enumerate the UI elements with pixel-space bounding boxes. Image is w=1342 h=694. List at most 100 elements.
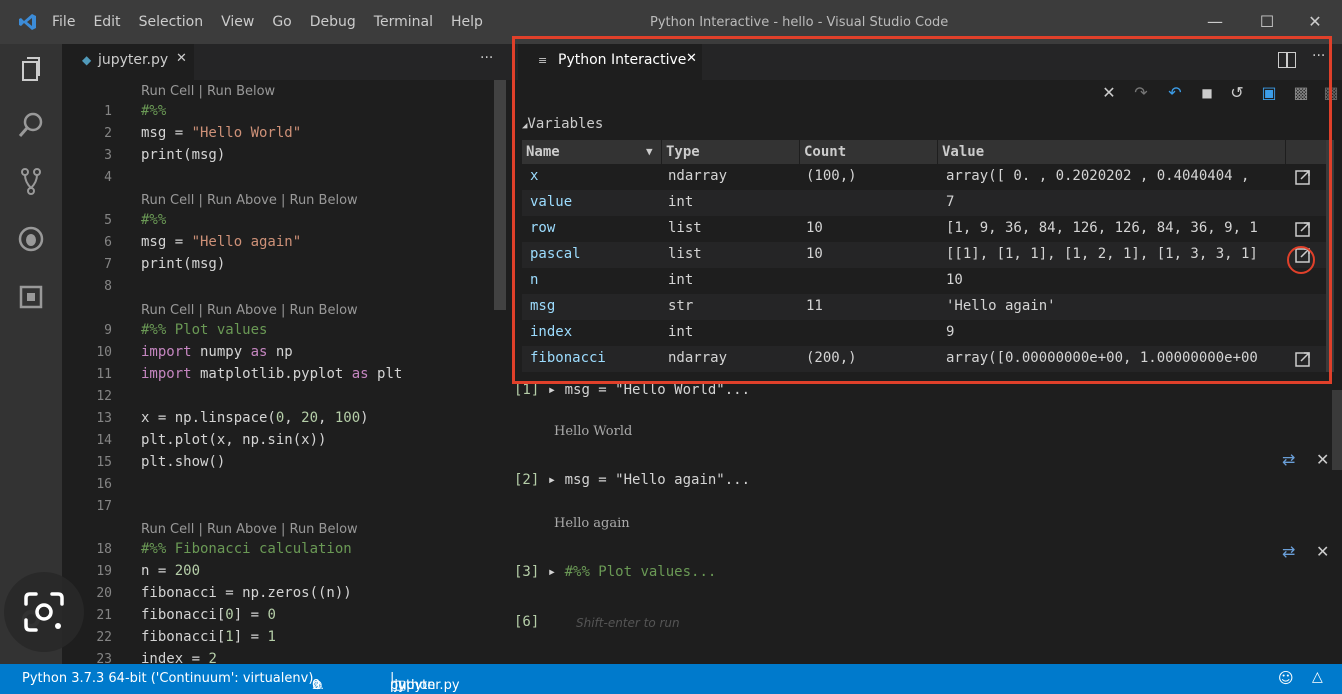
code-line: x = np.linspace(0, 20, 100)	[141, 410, 369, 426]
cell-value: [1, 9, 36, 84, 126, 126, 84, 36, 9, 1	[946, 220, 1258, 236]
code-lens-run-cell[interactable]: Run Cell | Run Above | Run Below	[141, 522, 358, 537]
menu-go[interactable]: Go	[272, 14, 291, 30]
undo-icon[interactable]: ↶	[1166, 84, 1184, 102]
tab-python-interactive[interactable]: ≡ Python Interactive ✕	[518, 44, 702, 80]
status-bar: Python 3.7.3 64-bit ('Continuum': virtua…	[0, 664, 1342, 694]
menu-debug[interactable]: Debug	[310, 14, 356, 30]
cell-name: pascal	[530, 246, 581, 262]
expand-triangle-icon[interactable]: ▸	[539, 382, 564, 398]
line-number: 15	[96, 455, 112, 470]
code-line: n = 200	[141, 563, 201, 579]
cell-name: value	[530, 194, 573, 210]
code-line: fibonacci[1] = 1	[141, 629, 276, 645]
python-interpreter-selector[interactable]: Python 3.7.3 64-bit ('Continuum': virtua…	[22, 671, 313, 686]
export-icon[interactable]: ▩	[1292, 84, 1310, 102]
lens-overlay-button[interactable]	[4, 572, 84, 652]
cell-value: array([0.00000000e+00, 1.00000000e+00	[946, 350, 1258, 366]
delete-cell-icon[interactable]: ✕	[1316, 450, 1329, 469]
show-data-viewer-icon[interactable]	[1294, 350, 1312, 368]
menu-selection[interactable]: Selection	[139, 14, 204, 30]
table-row[interactable]: value int 7	[522, 190, 1330, 216]
split-editor-icon[interactable]	[1278, 52, 1296, 68]
highlight-annotation-circle	[1287, 246, 1315, 274]
code-editor[interactable]: 1 2 3 4 5 6 7 8 9 10 11 12 13 14 15 16 1…	[62, 80, 498, 664]
table-row[interactable]: msg str 11 'Hello again'	[522, 294, 1330, 320]
cell-prompt: [2]	[514, 472, 540, 488]
interactive-scrollbar[interactable]	[1332, 390, 1342, 470]
table-row[interactable]: n int 10	[522, 268, 1330, 294]
menu-file[interactable]: File	[52, 14, 75, 30]
show-data-viewer-icon[interactable]	[1294, 220, 1312, 238]
line-number: 9	[104, 323, 112, 338]
expand-triangle-icon[interactable]: ▸	[539, 564, 564, 580]
line-number: 13	[96, 411, 112, 426]
close-window-icon[interactable]: ✕	[1300, 10, 1330, 34]
save-icon[interactable]: ▣	[1260, 84, 1278, 102]
cell-count: (100,)	[806, 168, 857, 184]
tab-jupyter-py[interactable]: ◆ jupyter.py ✕	[62, 44, 194, 80]
editor-more-actions-icon[interactable]: ···	[480, 50, 493, 66]
close-tab-icon[interactable]: ✕	[686, 51, 697, 66]
activity-bar	[0, 44, 62, 664]
column-header-name[interactable]: Name ▼	[522, 140, 662, 164]
input-cell[interactable]: [6]	[514, 614, 539, 630]
close-tab-icon[interactable]: ✕	[176, 51, 187, 66]
line-number: 22	[96, 630, 112, 645]
vscode-logo-icon	[19, 14, 36, 30]
column-header-type[interactable]: Type	[662, 140, 800, 164]
line-number: 10	[96, 345, 112, 360]
search-icon[interactable]	[16, 110, 46, 140]
interactive-tab-bar: ≡ Python Interactive ✕ ···	[506, 44, 1342, 80]
table-row[interactable]: x ndarray (100,) array([ 0. , 0.2020202 …	[522, 164, 1330, 190]
debug-icon[interactable]	[16, 224, 46, 254]
extensions-icon[interactable]	[16, 282, 46, 312]
python-interactive-pane: ≡ Python Interactive ✕ ··· ✕ ↷ ↶ ■ ↺ ▣ ▩…	[506, 44, 1342, 664]
variables-toggle-icon[interactable]: ▩	[1322, 84, 1340, 102]
table-row[interactable]: row list 10 [1, 9, 36, 84, 126, 126, 84,…	[522, 216, 1330, 242]
table-row[interactable]: pascal list 10 [[1], [1, 1], [1, 2, 1], …	[522, 242, 1330, 268]
variables-section-header[interactable]: ◢Variables	[522, 116, 603, 132]
expand-triangle-icon[interactable]: ▸	[539, 472, 564, 488]
code-lens-run-cell[interactable]: Run Cell | Run Above | Run Below	[141, 193, 358, 208]
show-data-viewer-icon[interactable]	[1294, 168, 1312, 186]
goto-code-icon[interactable]: ⇄	[1282, 542, 1295, 561]
table-row[interactable]: index int 9	[522, 320, 1330, 346]
code-lens-run-cell[interactable]: Run Cell | Run Below	[141, 84, 275, 99]
code-line: fibonacci[0] = 0	[141, 607, 276, 623]
history-cell-code[interactable]: [2] ▸ msg = "Hello again"...	[514, 472, 750, 488]
minimize-icon[interactable]: —	[1200, 10, 1230, 34]
interrupt-kernel-icon[interactable]: ■	[1198, 84, 1216, 102]
column-header-count[interactable]: Count	[800, 140, 938, 164]
restart-kernel-icon[interactable]: ↺	[1228, 84, 1246, 102]
clear-all-icon[interactable]: ✕	[1100, 84, 1118, 102]
more-actions-icon[interactable]: ···	[1312, 48, 1325, 64]
menu-edit[interactable]: Edit	[93, 14, 120, 30]
menu-view[interactable]: View	[221, 14, 254, 30]
notifications-bell-icon[interactable]: △	[1312, 669, 1323, 685]
menu-help[interactable]: Help	[451, 14, 483, 30]
redo-icon[interactable]: ↷	[1132, 84, 1150, 102]
history-cell-code[interactable]: [3] ▸ #%% Plot values...	[514, 564, 716, 580]
filter-icon[interactable]: ▼	[646, 140, 653, 164]
cell-type: str	[668, 298, 694, 314]
feedback-smiley-icon[interactable]: ☺	[1278, 669, 1294, 687]
column-header-actions	[1286, 140, 1330, 164]
line-number: 16	[96, 477, 112, 492]
maximize-icon[interactable]: ☐	[1252, 10, 1282, 34]
history-cell-code[interactable]: [1] ▸ msg = "Hello World"...	[514, 382, 750, 398]
code-lens-run-cell[interactable]: Run Cell | Run Above | Run Below	[141, 303, 358, 318]
column-header-value[interactable]: Value	[938, 140, 1286, 164]
editor-scrollbar[interactable]	[494, 80, 506, 310]
line-number: 6	[104, 235, 112, 250]
delete-cell-icon[interactable]: ✕	[1316, 542, 1329, 561]
input-placeholder[interactable]: Shift-enter to run	[576, 616, 680, 630]
language-mode[interactable]: ▢ python | ▢ jupyter.py	[390, 671, 460, 693]
table-row[interactable]: fibonacci ndarray (200,) array([0.000000…	[522, 346, 1330, 372]
menu-terminal[interactable]: Terminal	[374, 14, 433, 30]
goto-code-icon[interactable]: ⇄	[1282, 450, 1295, 469]
source-control-icon[interactable]	[16, 166, 46, 196]
grid-scrollbar[interactable]	[1326, 140, 1334, 372]
python-file-icon: ◆	[82, 53, 92, 67]
code-line: import numpy as np	[141, 344, 293, 360]
explorer-icon[interactable]	[16, 54, 46, 84]
